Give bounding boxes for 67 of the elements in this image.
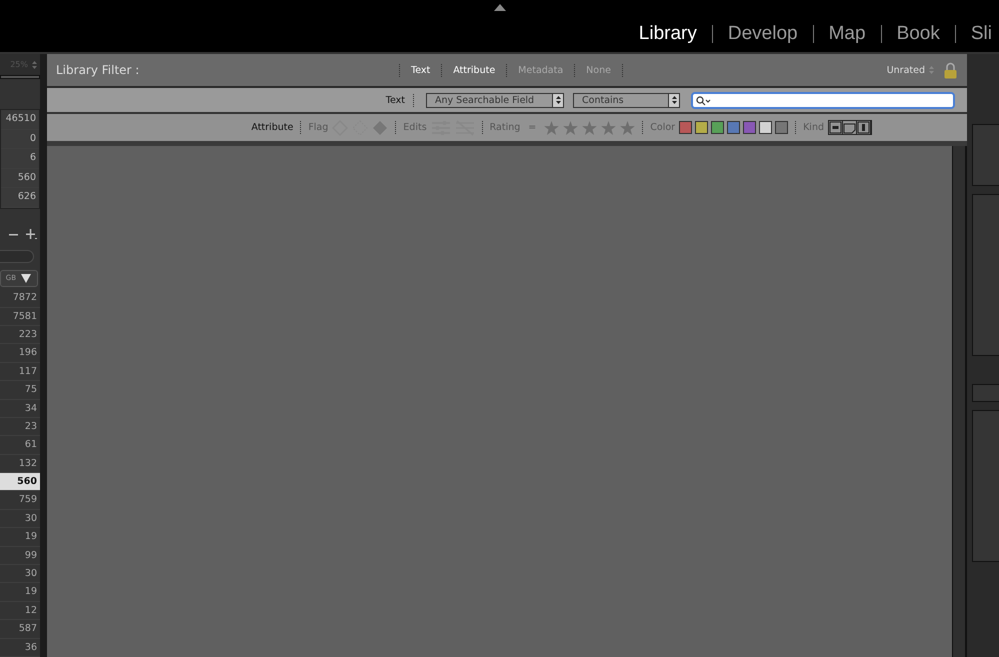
field-dropdown[interactable]: Any Searchable Field bbox=[426, 92, 564, 108]
star-icon[interactable] bbox=[563, 120, 578, 134]
count-label[interactable]: 117 bbox=[0, 362, 40, 382]
search-icon[interactable] bbox=[696, 96, 712, 106]
search-field[interactable] bbox=[691, 92, 955, 108]
stepper-icon[interactable] bbox=[32, 60, 37, 68]
dropdown-arrow-icon[interactable] bbox=[21, 274, 31, 283]
count-label: 46510 bbox=[1, 110, 39, 130]
color-swatch[interactable] bbox=[679, 121, 692, 134]
count-label[interactable]: 23 bbox=[0, 418, 40, 436]
filter-tab[interactable]: Text bbox=[411, 64, 430, 76]
module-tab[interactable]: Sli bbox=[956, 23, 999, 45]
color-swatch[interactable] bbox=[775, 121, 788, 134]
count-label[interactable]: 19 bbox=[0, 528, 40, 547]
count-label: 626 bbox=[1, 188, 39, 208]
count-label[interactable]: 560 bbox=[0, 473, 40, 492]
count-label[interactable]: 36 bbox=[0, 638, 40, 657]
star-icon[interactable] bbox=[582, 120, 598, 134]
color-swatch[interactable] bbox=[743, 121, 756, 134]
count-label[interactable]: 75 bbox=[0, 381, 40, 400]
virtual-copy-icon[interactable] bbox=[843, 121, 857, 134]
count-label[interactable]: 30 bbox=[0, 510, 40, 528]
row-label: Text bbox=[386, 94, 405, 106]
color-label: Color bbox=[650, 122, 676, 133]
count-label[interactable]: 99 bbox=[0, 546, 40, 566]
count-label[interactable]: 61 bbox=[0, 436, 40, 455]
count-label: 560 bbox=[1, 168, 39, 188]
plus-icon[interactable] bbox=[26, 228, 37, 240]
count-label: 6 bbox=[1, 149, 39, 169]
module-tab[interactable]: Develop bbox=[712, 23, 813, 45]
count-label: 0 bbox=[1, 130, 39, 150]
lock-icon[interactable] bbox=[944, 62, 957, 78]
edits-label: Edits bbox=[403, 122, 427, 133]
count-label[interactable]: 7581 bbox=[0, 308, 40, 326]
stepper-icon bbox=[556, 96, 560, 104]
color-swatch[interactable] bbox=[711, 121, 724, 134]
master-photo-icon[interactable] bbox=[829, 121, 843, 134]
preset-dropdown[interactable]: Unrated bbox=[886, 64, 925, 76]
star-icon[interactable] bbox=[620, 120, 636, 134]
collapse-arrow-icon[interactable] bbox=[494, 4, 506, 11]
module-tab[interactable]: Map bbox=[814, 23, 881, 45]
kind-label: Kind bbox=[803, 122, 824, 133]
count-label[interactable]: 196 bbox=[0, 344, 40, 363]
color-swatch[interactable] bbox=[759, 121, 772, 134]
count-label[interactable]: 30 bbox=[0, 565, 40, 584]
count-label[interactable]: 223 bbox=[0, 326, 40, 344]
star-icon[interactable] bbox=[601, 120, 616, 134]
rating-label: Rating bbox=[490, 122, 520, 133]
count-label[interactable]: 587 bbox=[0, 620, 40, 639]
rule-dropdown[interactable]: Contains bbox=[573, 92, 680, 108]
count-label[interactable]: 34 bbox=[0, 400, 40, 418]
video-icon[interactable] bbox=[857, 121, 871, 134]
row-label: Attribute bbox=[251, 122, 294, 133]
flag-label: Flag bbox=[308, 122, 328, 133]
color-swatch[interactable] bbox=[727, 121, 740, 134]
color-swatch[interactable] bbox=[695, 121, 708, 134]
search-field[interactable] bbox=[0, 250, 34, 263]
filter-tab[interactable]: Attribute bbox=[453, 64, 496, 76]
count-label[interactable]: 7872 bbox=[0, 289, 40, 308]
stepper-icon bbox=[672, 96, 676, 104]
module-tab[interactable]: Book bbox=[882, 23, 955, 45]
filter-title: Library Filter : bbox=[56, 63, 140, 77]
count-label[interactable]: 19 bbox=[0, 583, 40, 602]
count-label[interactable]: 12 bbox=[0, 602, 40, 620]
star-icon[interactable] bbox=[544, 120, 560, 134]
module-tab[interactable]: Library bbox=[624, 23, 712, 45]
count-label[interactable]: 759 bbox=[0, 491, 40, 510]
